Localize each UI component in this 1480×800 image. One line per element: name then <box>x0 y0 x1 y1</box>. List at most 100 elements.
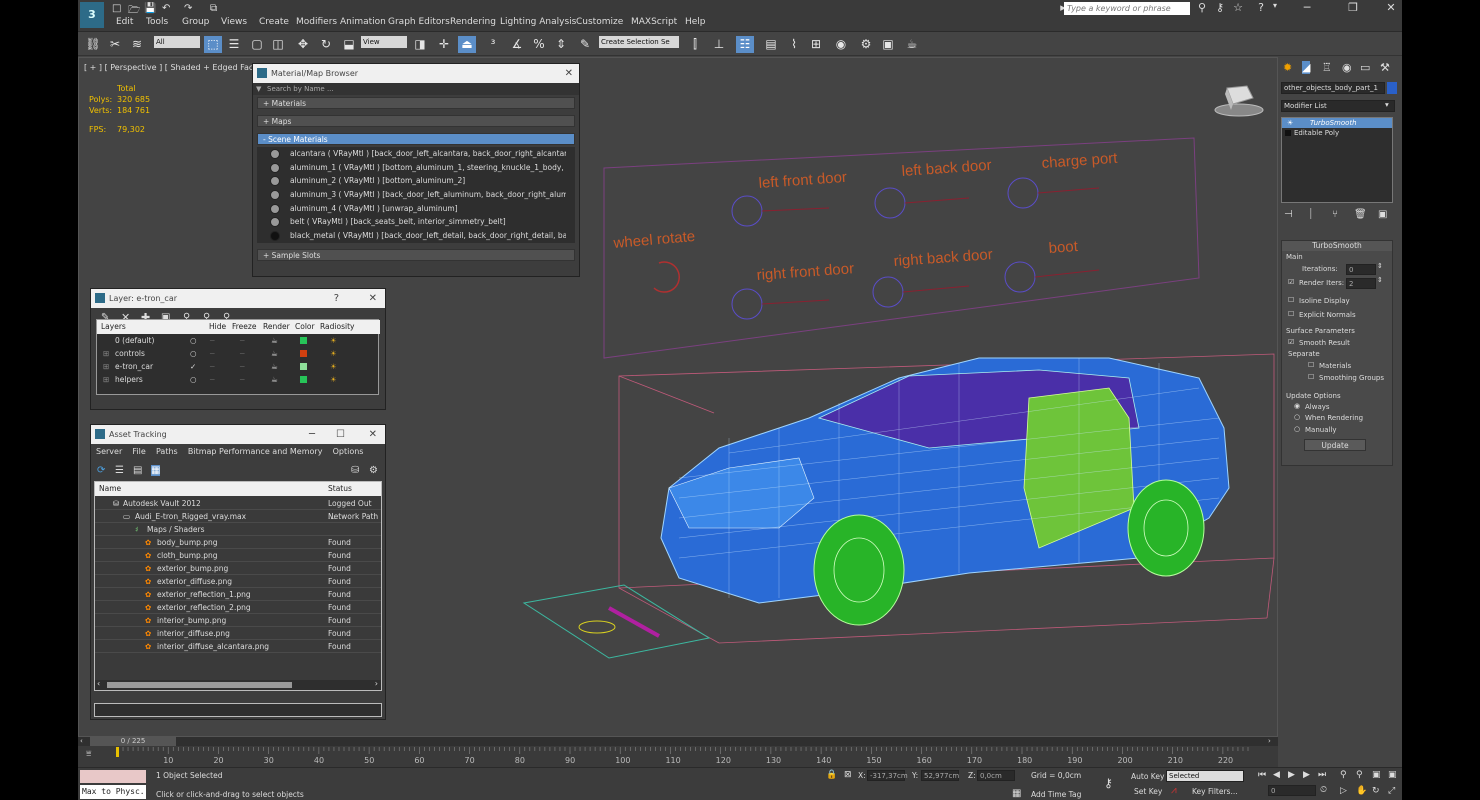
set-key-button[interactable]: Set Key <box>1134 787 1162 796</box>
create-tab-icon[interactable]: ✹ <box>1283 61 1292 74</box>
list-item[interactable]: aluminum_3 ( VRayMtl ) [back_door_left_a… <box>266 188 566 202</box>
orbit-icon[interactable]: ↻ <box>1372 786 1380 796</box>
list-item[interactable]: alcantara ( VRayMtl ) [back_door_left_al… <box>266 147 566 161</box>
angle-snap-icon[interactable]: ∡ <box>508 36 526 53</box>
menu-lighting-analysis[interactable]: Lighting Analysis <box>500 17 576 27</box>
menu-graph-editors[interactable]: Graph Editors <box>388 17 450 27</box>
close-icon[interactable]: ✕ <box>369 289 377 308</box>
table-row[interactable]: ✿ interior_diffuse_alcantara.png Found <box>95 640 381 653</box>
freeze-toggle[interactable]: ─ <box>210 347 215 360</box>
modifier-list-dropdown[interactable]: Modifier List <box>1281 100 1395 112</box>
show-end-result-icon[interactable]: ⏐ <box>1308 209 1314 220</box>
always-radio[interactable]: ◉ <box>1294 402 1300 410</box>
menu-create[interactable]: Create <box>259 17 289 27</box>
table-row[interactable]: ✿ body_bump.png Found <box>95 536 381 549</box>
horizontal-scrollbar[interactable]: ‹ › <box>95 679 381 690</box>
list-view-icon[interactable]: ☰ <box>115 465 124 476</box>
zoom-all-icon[interactable]: ⚲ <box>1356 770 1363 780</box>
zoom-extents-all-icon[interactable]: ▣ <box>1388 770 1397 780</box>
render-production-icon[interactable]: ☕ <box>903 36 921 53</box>
unlink-icon[interactable]: ✂ <box>106 36 124 53</box>
make-unique-icon[interactable]: ⑂ <box>1332 209 1338 220</box>
link-icon[interactable]: ⛓ <box>84 36 102 53</box>
pin-stack-icon[interactable]: ⊣ <box>1284 209 1293 220</box>
rotate-icon[interactable]: ↻ <box>317 36 335 53</box>
render-toggle[interactable]: ─ <box>240 360 245 373</box>
play-icon[interactable]: ▶ <box>1288 770 1295 780</box>
reference-coordinate-dropdown[interactable]: View <box>361 36 407 48</box>
scroll-right-icon[interactable]: › <box>375 679 378 688</box>
list-item[interactable]: belt ( VRayMtl ) [back_seats_belt, inter… <box>266 215 566 229</box>
radiosity-icon[interactable]: ☀ <box>330 334 337 347</box>
settings-icon[interactable]: ⚙ <box>369 465 378 476</box>
motion-tab-icon[interactable]: ◉ <box>1342 61 1352 74</box>
previous-frame-icon[interactable]: ◀ <box>1273 770 1280 780</box>
filter-arrow-icon[interactable]: ▼ <box>256 83 261 95</box>
field-of-view-icon[interactable]: ▷ <box>1340 786 1347 796</box>
left-front-door-control[interactable] <box>731 195 763 227</box>
project-icon[interactable]: ⧉ <box>210 3 217 15</box>
front-wheel[interactable] <box>813 514 905 626</box>
list-item[interactable]: aluminum_1 ( VRayMtl ) [bottom_aluminum_… <box>266 161 566 175</box>
redo-icon[interactable]: ↷ <box>184 3 192 15</box>
isoline-checkbox[interactable]: ☐ <box>1288 296 1294 304</box>
car-wireframe[interactable] <box>660 357 1230 626</box>
tree-view-icon[interactable]: ▤ <box>133 465 142 476</box>
col-color[interactable]: Color <box>295 320 315 334</box>
next-frame-icon[interactable]: ▶ <box>1303 770 1310 780</box>
key-selection-dropdown[interactable]: Selected <box>1166 770 1244 782</box>
menu-paths[interactable]: Paths <box>156 447 178 456</box>
menu-tools[interactable]: Tools <box>146 17 168 27</box>
menu-customize[interactable]: Customize <box>576 17 623 27</box>
menu-maxscript[interactable]: MAXScript <box>631 17 677 27</box>
menu-bitmap-performance[interactable]: Bitmap Performance and Memory <box>188 447 323 456</box>
hide-toggle[interactable]: ○ <box>190 347 197 360</box>
asset-path-field[interactable] <box>94 703 382 717</box>
table-row[interactable]: ✿ exterior_bump.png Found <box>95 562 381 575</box>
menu-file[interactable]: File <box>132 447 145 456</box>
layer-row[interactable]: 0 (default) ○ ─ ─ ☕ ☀ <box>97 334 380 347</box>
render-toggle[interactable]: ─ <box>240 373 245 386</box>
smoothing-groups-checkbox[interactable]: ☐ <box>1308 373 1314 381</box>
vault-icon[interactable]: ⛁ <box>351 465 359 476</box>
material-search-input[interactable]: ▼ Search by Name ... <box>253 83 579 95</box>
table-row[interactable]: ✿ exterior_diffuse.png Found <box>95 575 381 588</box>
keyboard-shortcut-icon[interactable]: ⏏ <box>458 36 476 53</box>
spinner-arrows-icon[interactable]: ⇕ <box>1377 276 1383 284</box>
list-item[interactable]: aluminum_4 ( VRayMtl ) [unwrap_aluminum] <box>266 202 566 216</box>
controls-board[interactable]: wheel rotate left front door left back d… <box>603 137 1200 359</box>
asset-tracking-window[interactable]: Asset Tracking ─ ☐ ✕ Server File Paths Bitm… <box>90 424 386 720</box>
align-icon[interactable]: ⊥ <box>710 36 728 53</box>
freeze-toggle[interactable]: ─ <box>210 373 215 386</box>
help-icon[interactable]: ? <box>334 289 339 308</box>
stack-item-editable-poly[interactable]: Editable Poly <box>1282 128 1392 138</box>
go-to-start-icon[interactable]: ⏮ <box>1258 770 1266 780</box>
set-keys-icon[interactable]: ⚷ <box>1104 776 1113 790</box>
list-item[interactable]: aluminum_2 ( VRayMtl ) [bottom_aluminum_… <box>266 174 566 188</box>
lock-selection-icon[interactable]: 🔒 <box>826 770 837 780</box>
table-row[interactable]: ✿ exterior_reflection_2.png Found <box>95 601 381 614</box>
hide-toggle[interactable]: ○ <box>190 334 197 347</box>
col-radiosity[interactable]: Radiosity <box>320 320 354 334</box>
materials-checkbox[interactable]: ☐ <box>1308 361 1314 369</box>
save-icon[interactable]: 💾 <box>144 3 156 15</box>
restore-icon[interactable]: ❐ <box>1346 1 1360 15</box>
binoculars-icon[interactable]: ⚲ <box>1195 1 1209 15</box>
zoom-icon[interactable]: ⚲ <box>1340 770 1347 780</box>
mini-curve-editor-icon[interactable]: ⩸ <box>86 749 91 759</box>
utilities-tab-icon[interactable]: ⚒ <box>1380 61 1390 74</box>
col-freeze[interactable]: Freeze <box>232 320 256 334</box>
render-teapot-icon[interactable]: ☕ <box>271 360 278 373</box>
current-time-marker[interactable] <box>116 747 119 757</box>
time-slider[interactable]: ‹ 0 / 225 › <box>78 737 1278 746</box>
configure-sets-icon[interactable]: ▣ <box>1378 209 1387 220</box>
table-view-icon[interactable]: ▦ <box>151 465 161 476</box>
layer-titlebar[interactable]: Layer: e-tron_car? ✕ <box>91 289 385 308</box>
render-teapot-icon[interactable]: ☕ <box>271 334 278 347</box>
refresh-icon[interactable]: ⟳ <box>97 465 105 476</box>
help-icon[interactable]: ? <box>1254 1 1268 15</box>
col-layers[interactable]: Layers <box>101 320 126 334</box>
object-color-swatch[interactable] <box>1387 82 1397 94</box>
maxscript-listener-pink[interactable] <box>80 770 146 783</box>
menu-rendering[interactable]: Rendering <box>450 17 496 27</box>
